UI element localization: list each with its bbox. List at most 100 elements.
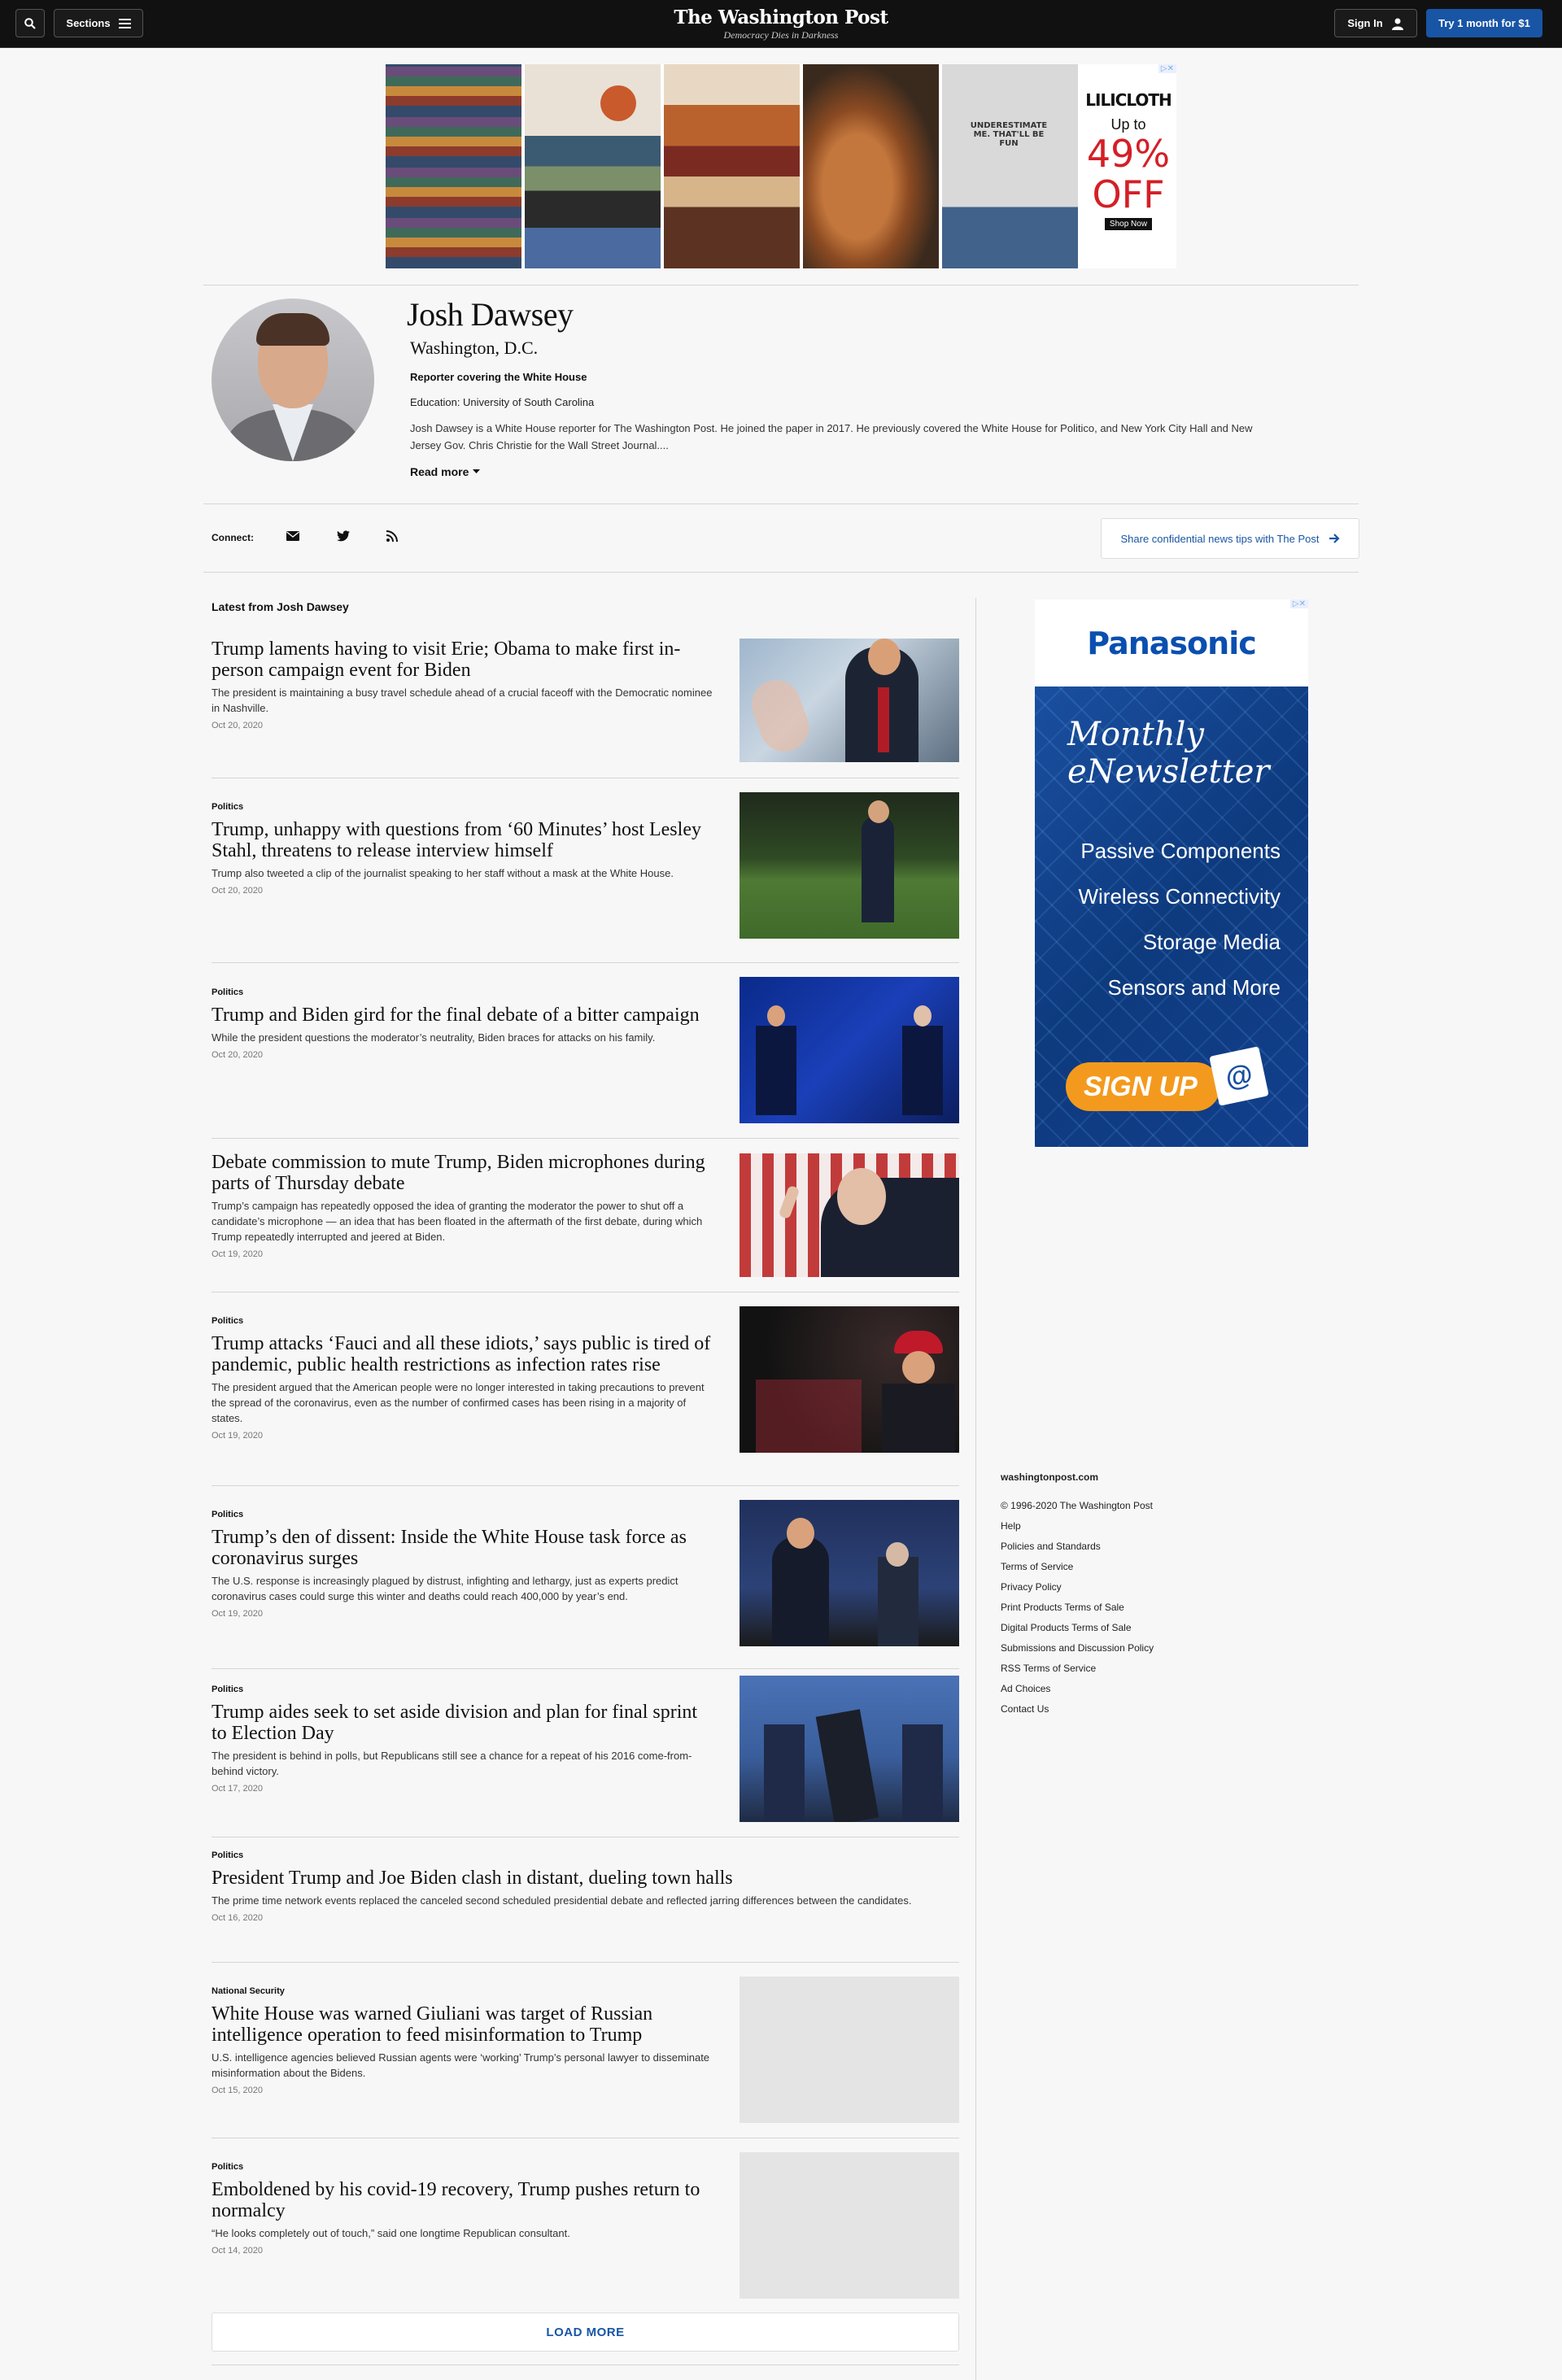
- sections-menu-button[interactable]: Sections: [54, 9, 143, 37]
- ad-choices-icon[interactable]: ▷✕: [1289, 599, 1308, 608]
- twitter-link[interactable]: [334, 527, 352, 545]
- footer-link[interactable]: Policies and Standards: [1001, 1537, 1154, 1557]
- subscribe-button[interactable]: Try 1 month for $1: [1426, 9, 1542, 37]
- ad-shop-now-button[interactable]: Shop Now: [1104, 218, 1153, 230]
- footer-copyright: © 1996-2020 The Washington Post: [1001, 1500, 1153, 1511]
- ad-title-line2: eNewsletter: [1067, 753, 1270, 791]
- article-blurb: While the president questions the modera…: [212, 1031, 656, 1044]
- ad-item: Sensors and More: [1107, 975, 1281, 1000]
- email-icon: [286, 531, 299, 541]
- ad-title-line1: Monthly: [1067, 716, 1205, 753]
- footer-link[interactable]: Help: [1001, 1516, 1154, 1537]
- author-bio: Josh Dawsey is a White House reporter fo…: [410, 422, 1253, 451]
- twitter-icon: [337, 530, 350, 542]
- top-navigation-bar: Sections The Washington Post Democracy D…: [0, 0, 1562, 48]
- top-banner-ad[interactable]: UNDERESTIMATE ME. THAT'LL BE FUN LILICLO…: [386, 64, 1176, 268]
- footer: washingtonpost.com © 1996-2020 The Washi…: [1001, 1467, 1154, 1720]
- ad-offer-panel: LILICLOTH Up to 49% OFF Shop Now: [1081, 64, 1176, 268]
- ad-item-list: Passive Components Wireless Connectivity…: [1078, 828, 1281, 1010]
- user-icon: [1391, 18, 1403, 30]
- footer-site[interactable]: washingtonpost.com: [1001, 1467, 1154, 1488]
- rss-icon: [386, 530, 398, 542]
- ad-choices-icon[interactable]: ▷✕: [1158, 64, 1176, 73]
- news-tips-button[interactable]: Share confidential news tips with The Po…: [1101, 518, 1359, 559]
- divider: [212, 1668, 959, 1669]
- ad-product-image: [803, 64, 939, 268]
- sign-in-label: Sign In: [1347, 17, 1383, 29]
- article-thumbnail[interactable]: [740, 1306, 959, 1453]
- ad-brand: LILICLOTH: [1085, 90, 1172, 110]
- ad-item: Passive Components: [1080, 839, 1281, 863]
- load-more-button[interactable]: LOAD MORE: [212, 2312, 959, 2352]
- article-kicker[interactable]: Politics: [212, 1850, 959, 1860]
- article-blurb: The president is maintaining a busy trav…: [212, 687, 713, 714]
- article-thumbnail-placeholder[interactable]: [740, 1977, 959, 2123]
- article-date: Oct 16, 2020: [212, 1913, 263, 1923]
- ad-item: Wireless Connectivity: [1078, 884, 1281, 909]
- search-button[interactable]: [15, 9, 45, 37]
- footer-link[interactable]: Print Products Terms of Sale: [1001, 1598, 1154, 1618]
- divider: [203, 572, 1359, 573]
- article-blurb: Trump also tweeted a clip of the journal…: [212, 867, 674, 879]
- footer-link[interactable]: Terms of Service: [1001, 1557, 1154, 1577]
- footer-link[interactable]: RSS Terms of Service: [1001, 1659, 1154, 1679]
- article-headline[interactable]: Trump’s den of dissent: Inside the White…: [212, 1527, 716, 1569]
- article-blurb: U.S. intelligence agencies believed Russ…: [212, 2051, 710, 2079]
- article-headline[interactable]: Trump attacks ‘Fauci and all these idiot…: [212, 1333, 716, 1375]
- read-more-button[interactable]: Read more: [410, 465, 481, 478]
- article-thumbnail[interactable]: [740, 1676, 959, 1822]
- ad-brand: Panasonic: [1035, 599, 1308, 687]
- sections-label: Sections: [66, 17, 111, 29]
- ad-product-image: [525, 64, 661, 268]
- article-thumbnail[interactable]: [740, 1500, 959, 1646]
- article-blurb: The president argued that the American p…: [212, 1381, 705, 1424]
- ad-item: Storage Media: [1142, 930, 1281, 954]
- footer-link[interactable]: Privacy Policy: [1001, 1577, 1154, 1598]
- article-headline[interactable]: Emboldened by his covid-19 recovery, Tru…: [212, 2179, 716, 2221]
- footer-link[interactable]: Digital Products Terms of Sale: [1001, 1618, 1154, 1638]
- hamburger-icon: [118, 18, 131, 28]
- subscribe-label: Try 1 month for $1: [1438, 17, 1530, 29]
- sidebar-ad[interactable]: Panasonic Monthly eNewsletter Passive Co…: [1035, 599, 1308, 1147]
- ad-product-image: [386, 64, 521, 268]
- footer-link[interactable]: Contact Us: [1001, 1699, 1154, 1720]
- article-headline[interactable]: White House was warned Giuliani was targ…: [212, 2003, 716, 2046]
- search-icon: [24, 17, 36, 29]
- article-blurb: “He looks completely out of touch,” said…: [212, 2227, 570, 2239]
- news-tips-label: Share confidential news tips with The Po…: [1120, 532, 1320, 545]
- ad-body: Monthly eNewsletter Passive Components W…: [1035, 687, 1308, 1147]
- article-thumbnail[interactable]: [740, 1153, 959, 1277]
- footer-link[interactable]: Submissions and Discussion Policy: [1001, 1638, 1154, 1659]
- latest-section-title: Latest from Josh Dawsey: [212, 600, 349, 613]
- article-thumbnail[interactable]: [740, 977, 959, 1123]
- article-thumbnail[interactable]: [740, 792, 959, 939]
- footer-link[interactable]: Ad Choices: [1001, 1679, 1154, 1699]
- sign-in-button[interactable]: Sign In: [1334, 9, 1417, 37]
- author-role: Reporter covering the White House: [410, 371, 587, 383]
- site-logo[interactable]: The Washington Post Democracy Dies in Da…: [618, 7, 944, 41]
- article-item[interactable]: Politics President Trump and Joe Biden c…: [212, 1850, 959, 1923]
- article-thumbnail[interactable]: [740, 639, 959, 762]
- divider: [203, 503, 1359, 504]
- rss-link[interactable]: [383, 527, 401, 545]
- ad-off: OFF: [1092, 172, 1165, 216]
- article-headline[interactable]: Trump aides seek to set aside division a…: [212, 1702, 716, 1744]
- article-headline[interactable]: Trump, unhappy with questions from ‘60 M…: [212, 819, 716, 861]
- article-thumbnail-placeholder[interactable]: [740, 2152, 959, 2299]
- article-headline[interactable]: President Trump and Joe Biden clash in d…: [212, 1868, 944, 1889]
- ad-signup-button[interactable]: SIGN UP: [1066, 1062, 1220, 1111]
- divider: [203, 285, 1359, 286]
- ad-product-image: [664, 64, 800, 268]
- divider: [212, 1485, 959, 1486]
- article-headline[interactable]: Trump and Biden gird for the final debat…: [212, 1005, 716, 1026]
- ad-product-image: UNDERESTIMATE ME. THAT'LL BE FUN: [942, 64, 1078, 268]
- divider: [212, 1138, 959, 1139]
- article-headline[interactable]: Debate commission to mute Trump, Biden m…: [212, 1152, 716, 1194]
- author-education: Education: University of South Carolina: [410, 396, 595, 408]
- divider: [212, 1962, 959, 1963]
- email-envelope-icon: @: [1209, 1046, 1269, 1106]
- author-name: Josh Dawsey: [407, 296, 574, 333]
- email-link[interactable]: [284, 527, 302, 545]
- column-divider: [975, 598, 976, 2380]
- article-headline[interactable]: Trump laments having to visit Erie; Obam…: [212, 639, 716, 681]
